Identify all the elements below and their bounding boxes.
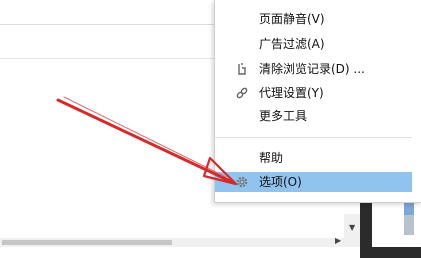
menu-item-options[interactable]: 选项(O) [215,172,412,192]
scroll-down-icon[interactable]: ▼ [349,224,355,232]
menu-item-help[interactable]: 帮助 [215,148,412,168]
menu-item-ad-filter[interactable]: 广告过滤(A) [215,34,412,54]
status-strip [0,247,421,258]
menu-item-label: 清除浏览记录(D) ... [259,62,365,76]
background-window-edge [404,203,414,215]
menu-item-label: 代理设置(Y) [259,86,324,100]
clear-history-icon [235,62,249,76]
menu-item-label: 页面静音(V) [259,12,325,26]
link-icon [235,86,249,100]
horizontal-scroll-thumb[interactable] [2,240,172,245]
menu-item-label: 广告过滤(A) [259,37,325,51]
divider [0,58,215,59]
menu-separator [215,137,412,138]
menu-item-more-tools[interactable]: 更多工具 [215,106,412,126]
background-window-edge [404,215,414,235]
context-menu: 页面静音(V) 广告过滤(A) 清除浏览记录(D) ... 代理设置(Y) 更多… [214,0,421,203]
divider [0,24,215,25]
menu-item-label: 帮助 [259,151,284,165]
gear-icon [235,175,249,189]
scroll-right-icon[interactable]: ▶ [335,237,341,245]
menu-item-label: 选项(O) [259,175,302,189]
menu-item-proxy-settings[interactable]: 代理设置(Y) [215,83,412,103]
menu-item-label: 更多工具 [259,109,308,123]
menu-item-mute-page[interactable]: 页面静音(V) [215,9,412,29]
menu-item-clear-history[interactable]: 清除浏览记录(D) ... [215,59,412,79]
